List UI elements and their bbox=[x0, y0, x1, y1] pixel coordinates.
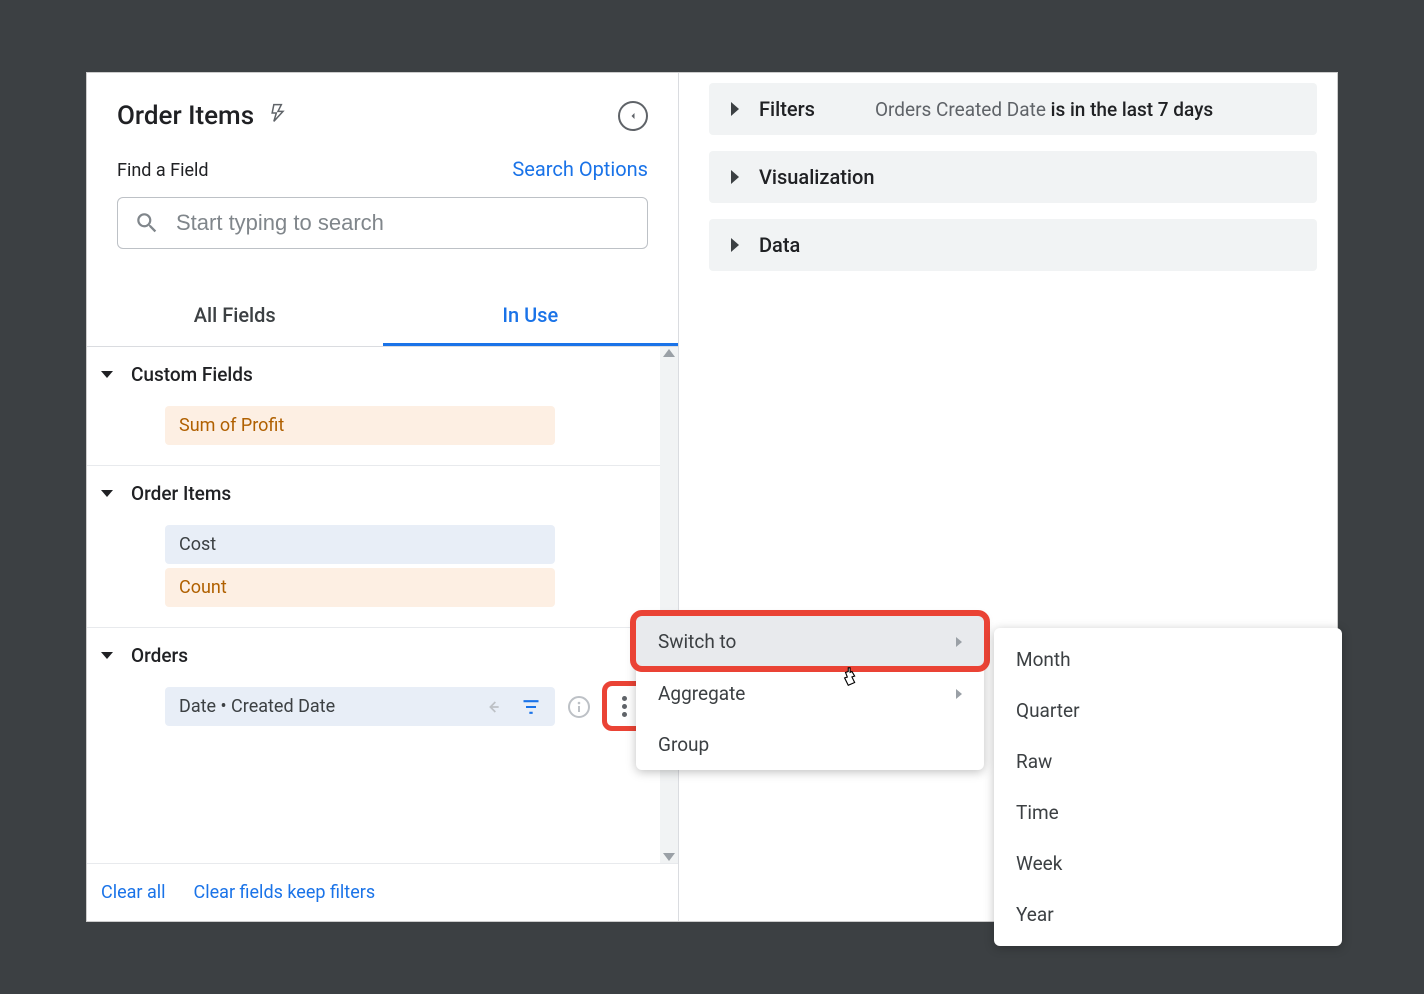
search-icon bbox=[134, 210, 160, 236]
chevron-right-icon bbox=[956, 637, 962, 647]
group-label: Order Items bbox=[131, 482, 231, 505]
collapse-panel-button[interactable] bbox=[618, 101, 648, 131]
group-orders: Orders Date • Created Date bbox=[87, 628, 678, 740]
field-count[interactable]: Count bbox=[165, 568, 555, 607]
field-picker-panel: Order Items Find a Field Search Options … bbox=[87, 73, 679, 921]
chevron-right-icon bbox=[731, 238, 739, 252]
field-sum-of-profit[interactable]: Sum of Profit bbox=[165, 406, 555, 445]
chevron-right-icon bbox=[956, 689, 962, 699]
footer-links: Clear all Clear fields keep filters bbox=[87, 863, 678, 921]
chevron-down-icon bbox=[101, 652, 113, 659]
section-label: Visualization bbox=[759, 165, 874, 189]
menu-item-label: Group bbox=[658, 733, 709, 756]
switch-to-submenu: Month Quarter Raw Time Week Year bbox=[994, 628, 1342, 946]
filters-summary: Orders Created Date is in the last 7 day… bbox=[875, 98, 1213, 121]
group-header-order-items[interactable]: Order Items bbox=[87, 466, 678, 521]
menu-item-switch-to[interactable]: Switch to bbox=[636, 616, 984, 667]
section-label: Filters bbox=[759, 97, 815, 121]
field-search-box[interactable] bbox=[117, 197, 648, 249]
chevron-right-icon bbox=[731, 170, 739, 184]
group-header-orders[interactable]: Orders bbox=[87, 628, 678, 683]
group-order-items: Order Items Cost Count bbox=[87, 466, 678, 628]
group-header-custom-fields[interactable]: Custom Fields bbox=[87, 347, 678, 402]
filters-summary-value: is in the last 7 days bbox=[1051, 98, 1214, 121]
field-context-menu: Switch to Aggregate Group bbox=[636, 616, 984, 770]
pivot-icon[interactable] bbox=[487, 697, 507, 717]
search-options-link[interactable]: Search Options bbox=[512, 157, 648, 181]
submenu-item-year[interactable]: Year bbox=[994, 889, 1342, 940]
scroll-up-icon[interactable] bbox=[663, 349, 675, 357]
more-vert-icon bbox=[622, 696, 627, 717]
section-data[interactable]: Data bbox=[709, 219, 1317, 271]
scroll-down-icon[interactable] bbox=[663, 853, 675, 861]
submenu-item-raw[interactable]: Raw bbox=[994, 736, 1342, 787]
filter-icon[interactable] bbox=[521, 697, 541, 717]
cursor-icon bbox=[840, 665, 862, 694]
find-field-row: Find a Field Search Options bbox=[87, 141, 678, 191]
find-field-label: Find a Field bbox=[117, 160, 209, 181]
chevron-down-icon bbox=[101, 371, 113, 378]
group-label: Custom Fields bbox=[131, 363, 253, 386]
field-label: Date • Created Date bbox=[179, 696, 335, 717]
section-filters[interactable]: Filters Orders Created Date is in the la… bbox=[709, 83, 1317, 135]
clear-all-link[interactable]: Clear all bbox=[101, 882, 166, 903]
submenu-item-time[interactable]: Time bbox=[994, 787, 1342, 838]
field-list: Custom Fields Sum of Profit Order Items … bbox=[87, 347, 678, 863]
panel-header: Order Items bbox=[87, 73, 678, 141]
submenu-item-week[interactable]: Week bbox=[994, 838, 1342, 889]
section-label: Data bbox=[759, 233, 800, 257]
chevron-right-icon bbox=[731, 102, 739, 116]
menu-item-label: Aggregate bbox=[658, 682, 745, 705]
explore-title: Order Items bbox=[117, 101, 254, 131]
group-label: Orders bbox=[131, 644, 188, 667]
clear-fields-keep-filters-link[interactable]: Clear fields keep filters bbox=[194, 882, 376, 903]
tab-in-use[interactable]: In Use bbox=[383, 285, 679, 346]
submenu-item-quarter[interactable]: Quarter bbox=[994, 685, 1342, 736]
info-icon[interactable] bbox=[567, 695, 591, 719]
quick-start-icon[interactable] bbox=[268, 101, 288, 131]
tab-all-fields[interactable]: All Fields bbox=[87, 285, 383, 346]
section-visualization[interactable]: Visualization bbox=[709, 151, 1317, 203]
menu-item-label: Switch to bbox=[658, 630, 736, 653]
field-tabs: All Fields In Use bbox=[87, 285, 678, 347]
field-date-created-date[interactable]: Date • Created Date bbox=[165, 687, 555, 726]
chevron-down-icon bbox=[101, 490, 113, 497]
field-search-input[interactable] bbox=[176, 210, 631, 236]
field-actions bbox=[487, 697, 541, 717]
filters-summary-field: Orders Created Date bbox=[875, 98, 1046, 121]
group-custom-fields: Custom Fields Sum of Profit bbox=[87, 347, 678, 466]
field-cost[interactable]: Cost bbox=[165, 525, 555, 564]
menu-item-aggregate[interactable]: Aggregate bbox=[636, 668, 984, 719]
menu-item-group[interactable]: Group bbox=[636, 719, 984, 770]
scrollbar[interactable] bbox=[660, 347, 678, 863]
submenu-item-month[interactable]: Month bbox=[994, 634, 1342, 685]
